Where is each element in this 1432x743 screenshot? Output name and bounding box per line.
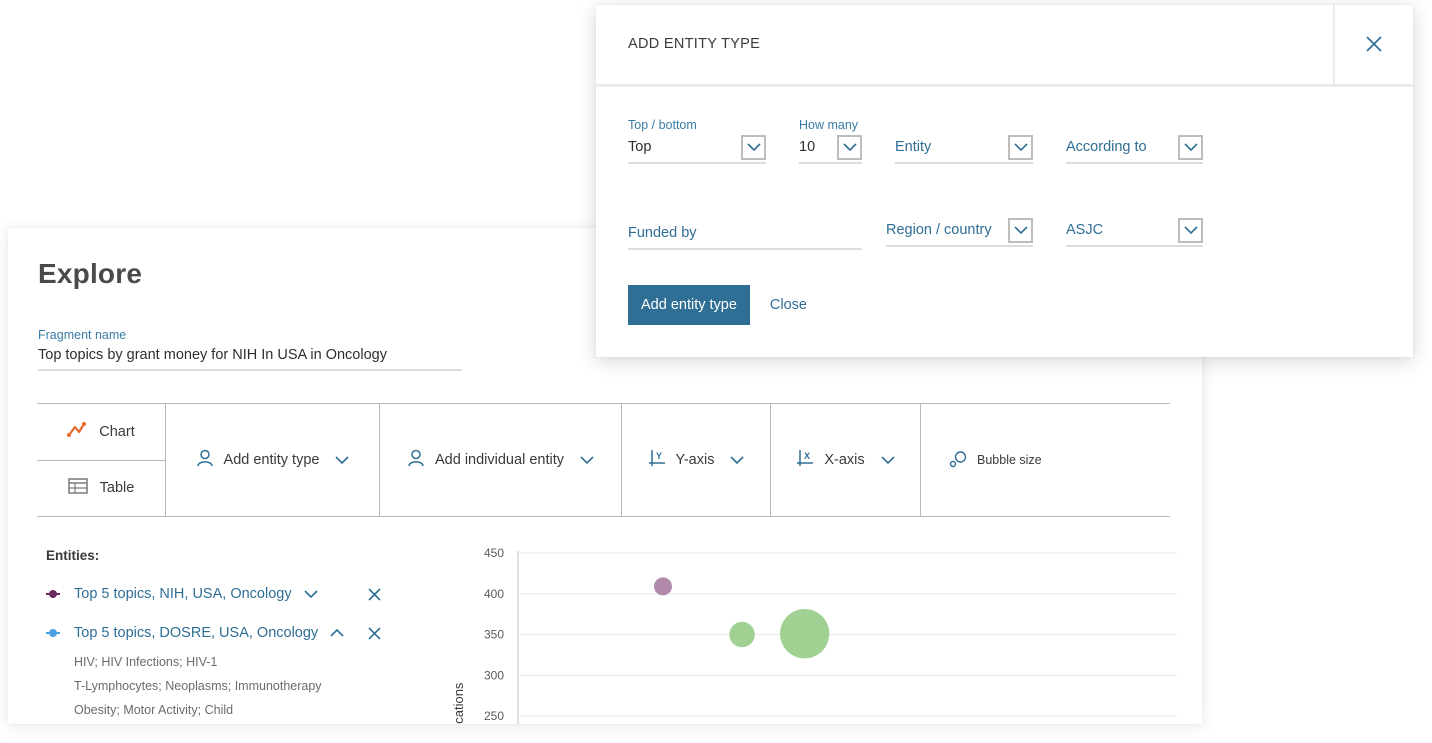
chevron-up-icon[interactable] bbox=[330, 629, 344, 637]
chevron-down-icon bbox=[580, 452, 594, 468]
topic-item: T-Lymphocytes; Neoplasms; Immunotherapy bbox=[74, 679, 322, 693]
entity-label bbox=[895, 118, 1033, 134]
y-tick-label: 350 bbox=[484, 628, 504, 642]
add-individual-entity-label: Add individual entity bbox=[435, 452, 564, 468]
top-bottom-label: Top / bottom bbox=[628, 118, 697, 132]
bubble-1-1[interactable] bbox=[780, 609, 830, 659]
entity-label[interactable]: Top 5 topics, DOSRE, USA, Oncology bbox=[74, 625, 318, 641]
funded-by-label bbox=[628, 204, 862, 220]
y-axis-label: Y-axis bbox=[675, 452, 715, 468]
series-marker-icon bbox=[46, 589, 60, 599]
entity-item[interactable]: Top 5 topics, DOSRE, USA, Oncology bbox=[46, 624, 406, 642]
add-entity-type-button[interactable]: Add entity type bbox=[628, 285, 750, 325]
add-entity-type-dropdown[interactable]: Add entity type bbox=[166, 404, 380, 516]
add-entity-type-dialog: ADD ENTITY TYPE Top / bottom Top How man… bbox=[596, 5, 1413, 357]
series-marker-icon bbox=[46, 628, 60, 638]
x-axis-label: X-axis bbox=[824, 452, 865, 468]
close-icon bbox=[1366, 35, 1382, 57]
dialog-header: ADD ENTITY TYPE bbox=[596, 5, 1413, 87]
table-view-label: Table bbox=[99, 480, 135, 497]
chart-view-button[interactable]: Chart bbox=[37, 404, 165, 460]
fragment-name-field[interactable]: Fragment name Top topics by grant money … bbox=[38, 328, 462, 371]
asjc-label bbox=[1066, 201, 1203, 217]
bubble-chart: 450 400 350 300 250 ublications bbox=[423, 538, 1183, 724]
dialog-title: ADD ENTITY TYPE bbox=[628, 36, 761, 52]
chevron-down-icon bbox=[335, 452, 350, 468]
table-icon bbox=[67, 478, 88, 498]
dialog-close-button[interactable] bbox=[1333, 5, 1413, 87]
y-tick-label: 400 bbox=[484, 587, 504, 601]
x-axis-dropdown[interactable]: X X-axis bbox=[771, 404, 921, 516]
according-to-label bbox=[1066, 118, 1203, 134]
chevron-down-icon[interactable] bbox=[741, 134, 766, 160]
chevron-down-icon bbox=[730, 452, 745, 468]
y-axis-dropdown[interactable]: Y Y-axis bbox=[622, 404, 771, 516]
table-view-button[interactable]: Table bbox=[37, 459, 165, 517]
chevron-down-icon[interactable] bbox=[1008, 134, 1033, 160]
topic-item: Obesity; Motor Activity; Child bbox=[74, 703, 234, 717]
topic-item: HIV; HIV Infections; HIV-1 bbox=[74, 655, 218, 669]
region-country-select[interactable]: Region / country bbox=[886, 201, 1033, 247]
asjc-placeholder: ASJC bbox=[1066, 222, 1104, 238]
bubble-chart-svg: 450 400 350 300 250 ublications bbox=[451, 546, 1177, 724]
add-entity-type-label: Add entity type bbox=[223, 452, 320, 468]
y-axis-title: ublications bbox=[451, 682, 466, 724]
bubbles-icon bbox=[949, 450, 967, 471]
svg-text:Y: Y bbox=[656, 451, 662, 461]
chevron-down-icon[interactable] bbox=[1178, 217, 1203, 243]
y-tick-label: 250 bbox=[484, 709, 504, 723]
y-tick-label: 450 bbox=[484, 546, 504, 560]
line-chart-icon bbox=[67, 421, 87, 442]
top-bottom-select[interactable]: Top / bottom Top bbox=[628, 118, 766, 164]
funded-by-placeholder: Funded by bbox=[628, 225, 697, 241]
how-many-label: How many bbox=[799, 118, 859, 132]
bubble-size-label: Bubble size bbox=[977, 453, 1042, 467]
dialog-actions: Add entity type Close bbox=[628, 285, 807, 325]
according-to-select[interactable]: According to bbox=[1066, 118, 1203, 164]
funded-by-input[interactable]: Funded by bbox=[628, 204, 862, 250]
fragment-name-label: Fragment name bbox=[38, 328, 127, 342]
bubble-1-0[interactable] bbox=[729, 621, 755, 648]
chevron-down-icon[interactable] bbox=[1178, 134, 1203, 160]
chevron-down-icon[interactable] bbox=[837, 134, 862, 160]
entity-topics: HIV; HIV Infections; HIV-1 T-Lymphocytes… bbox=[74, 650, 406, 722]
chevron-down-icon[interactable] bbox=[304, 590, 318, 598]
bubble-0-0[interactable] bbox=[653, 577, 672, 596]
x-axis-icon: X bbox=[796, 449, 814, 471]
how-many-value: 10 bbox=[799, 139, 816, 155]
entities-title: Entities: bbox=[46, 548, 100, 563]
view-switch: Chart Table bbox=[37, 404, 166, 516]
how-many-select[interactable]: How many 10 bbox=[799, 118, 862, 164]
region-country-label bbox=[886, 201, 1033, 217]
chevron-down-icon[interactable] bbox=[1008, 217, 1033, 243]
entity-select[interactable]: Entity bbox=[895, 118, 1033, 164]
person-icon bbox=[407, 449, 425, 471]
svg-text:X: X bbox=[804, 451, 810, 461]
close-button[interactable]: Close bbox=[770, 297, 807, 313]
chart-toolbar: Chart Table Add entity type Add individu… bbox=[37, 403, 1170, 517]
according-to-placeholder: According to bbox=[1066, 139, 1147, 155]
add-individual-entity-dropdown[interactable]: Add individual entity bbox=[380, 404, 622, 516]
y-tick-label: 300 bbox=[484, 668, 504, 682]
chevron-down-icon bbox=[881, 452, 895, 468]
entity-label[interactable]: Top 5 topics, NIH, USA, Oncology bbox=[74, 586, 292, 602]
bubble-size-control[interactable]: Bubble size bbox=[921, 404, 1170, 516]
chart-view-label: Chart bbox=[99, 423, 135, 440]
entity-placeholder: Entity bbox=[895, 139, 932, 155]
y-axis-icon: Y bbox=[648, 449, 666, 471]
remove-entity-button[interactable] bbox=[368, 626, 381, 640]
top-bottom-value: Top bbox=[628, 139, 652, 155]
page-title: Explore bbox=[38, 258, 143, 289]
fragment-name-input[interactable]: Top topics by grant money for NIH In USA… bbox=[38, 347, 462, 371]
region-country-placeholder: Region / country bbox=[886, 222, 992, 238]
entity-item[interactable]: Top 5 topics, NIH, USA, Oncology bbox=[46, 585, 406, 603]
person-icon bbox=[196, 449, 214, 471]
asjc-select[interactable]: ASJC bbox=[1066, 201, 1203, 247]
remove-entity-button[interactable] bbox=[368, 587, 381, 601]
entities-list: Entities: Top 5 topics, NIH, USA, Oncolo… bbox=[46, 548, 406, 722]
